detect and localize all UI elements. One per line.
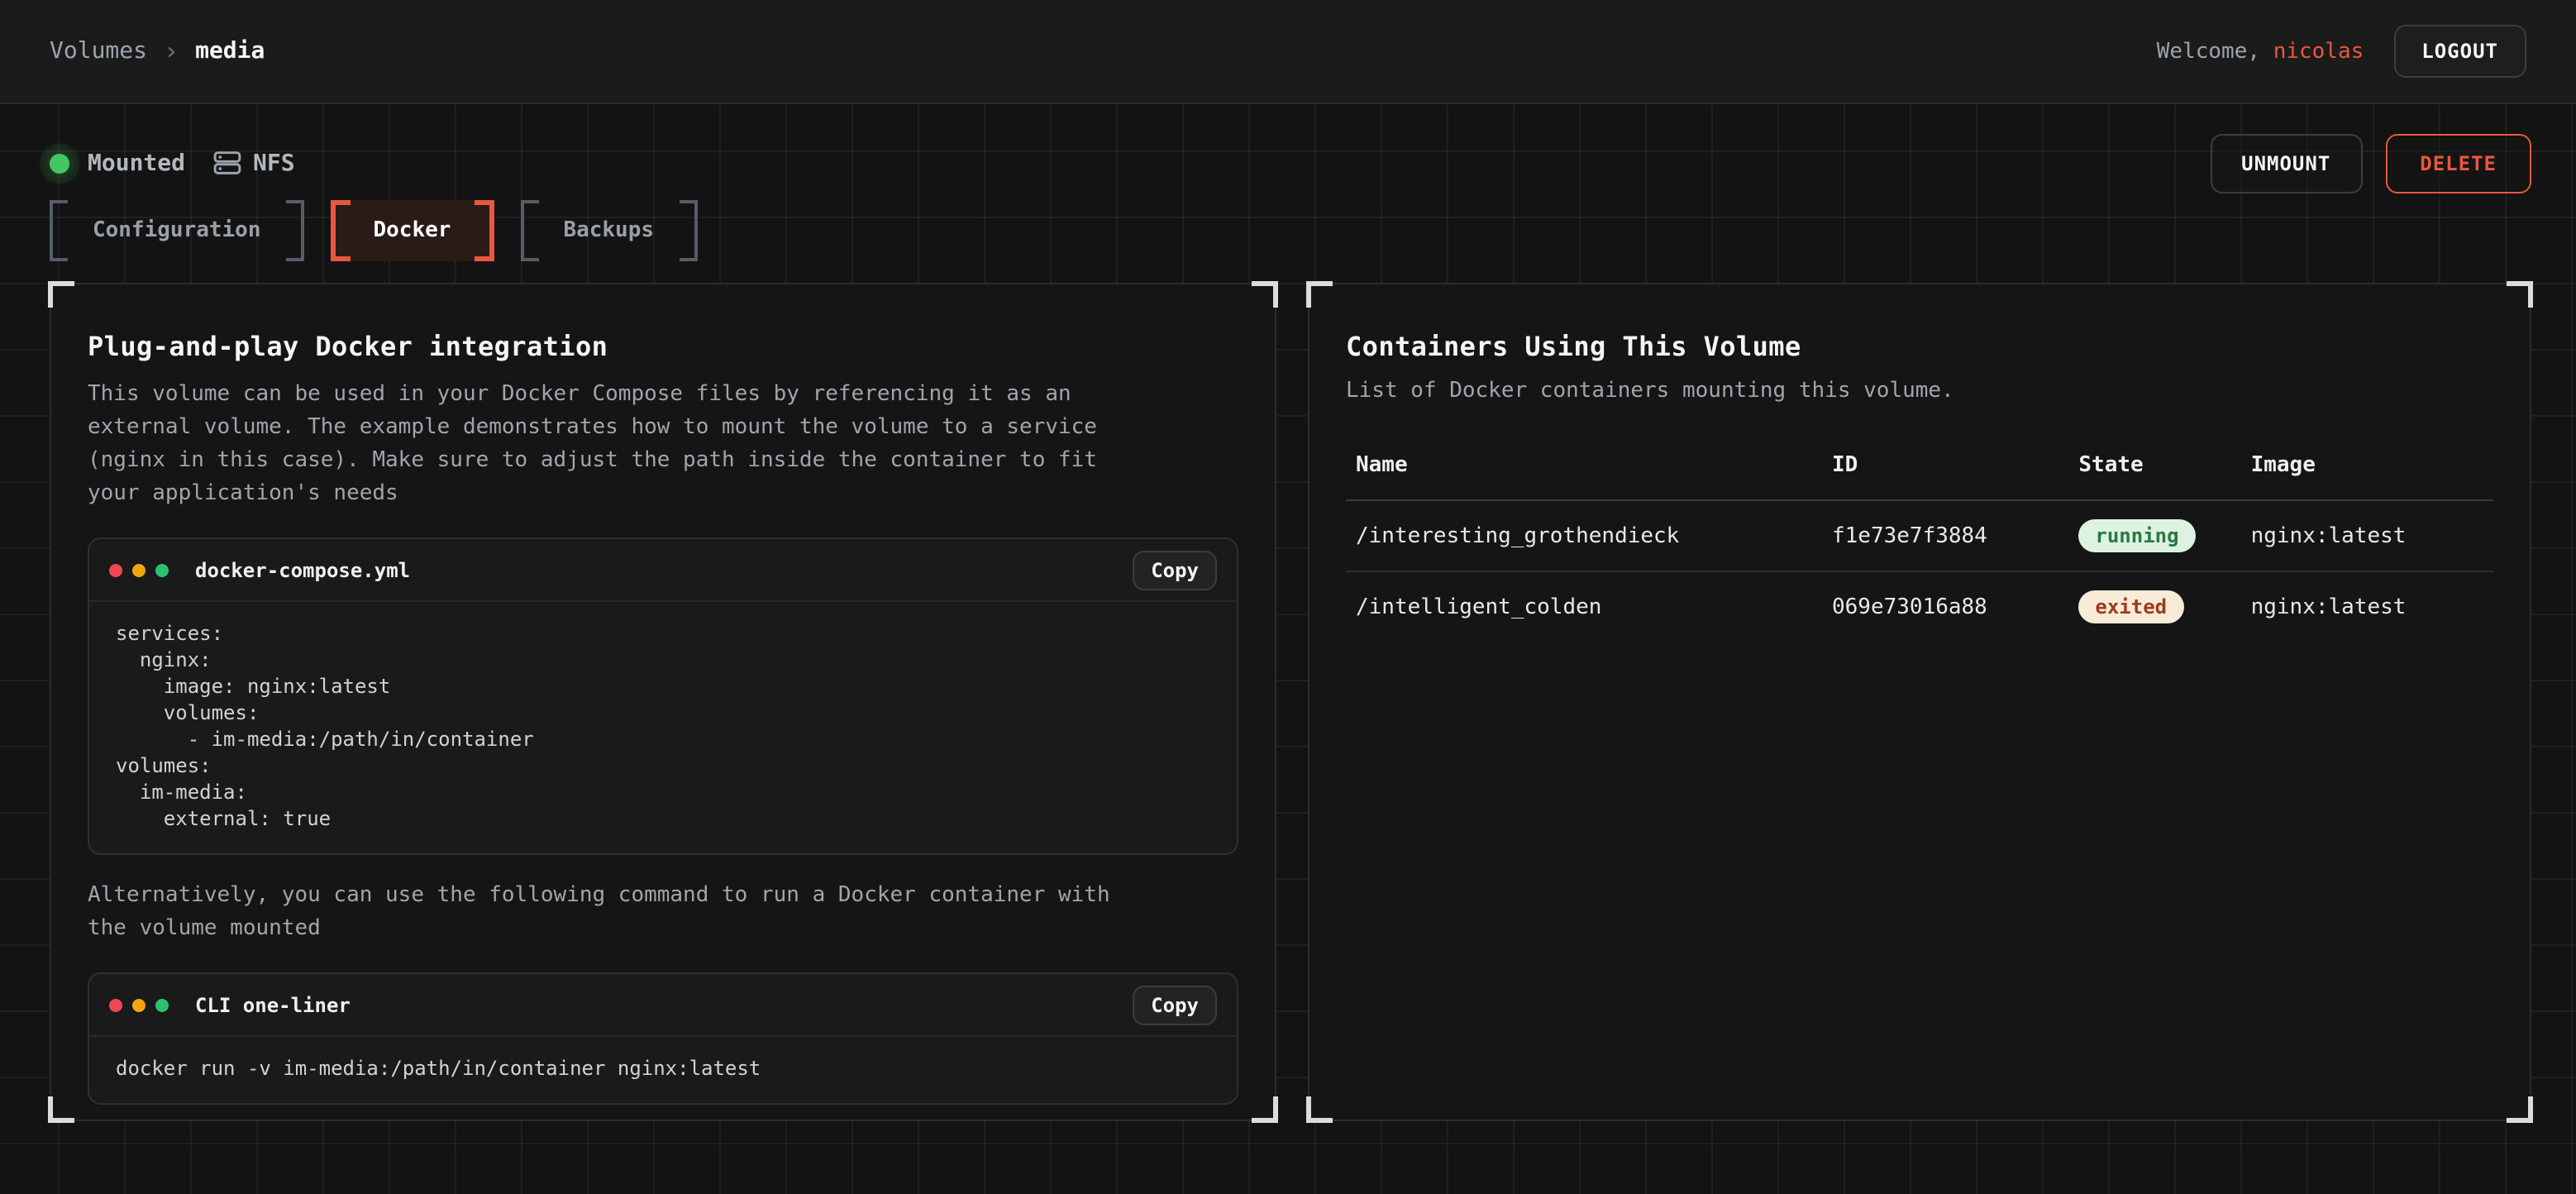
header-right: Welcome, nicolas LOGOUT: [2157, 25, 2526, 78]
traffic-light-green-icon: [155, 563, 169, 576]
copy-cli-button[interactable]: Copy: [1133, 985, 1217, 1024]
compose-code: services: nginx: image: nginx:latest vol…: [89, 602, 1237, 853]
table-header-row: Name ID State Image: [1346, 453, 2493, 500]
tab-bar: Configuration Docker Backups: [50, 200, 2531, 261]
logout-button[interactable]: LOGOUT: [2393, 25, 2526, 78]
cli-intro-text: Alternatively, you can use the following…: [88, 880, 1159, 946]
delete-button[interactable]: DELETE: [2385, 133, 2531, 193]
column-header-id: ID: [1822, 453, 2068, 500]
state-badge: running: [2078, 519, 2195, 552]
welcome-text: Welcome, nicolas: [2157, 39, 2364, 64]
main-area: Mounted NFS UNMOUNT DELETE Configuration…: [0, 104, 2576, 1194]
containers-panel-subtitle: List of Docker containers mounting this …: [1346, 379, 2493, 404]
column-header-state: State: [2068, 453, 2240, 500]
cli-filename: CLI one-liner: [195, 993, 1133, 1016]
copy-compose-button[interactable]: Copy: [1133, 550, 1217, 590]
panel-corner-icon: [1306, 1096, 1333, 1123]
docker-panel-description: This volume can be used in your Docker C…: [88, 379, 1159, 511]
breadcrumb: Volumes › media: [50, 36, 265, 66]
panel-corner-icon: [48, 1096, 74, 1123]
container-image: nginx:latest: [2241, 500, 2493, 571]
panel-corner-icon: [2507, 1096, 2533, 1123]
docker-panel-title: Plug-and-play Docker integration: [88, 331, 1238, 362]
column-header-image: Image: [2241, 453, 2493, 500]
traffic-light-green-icon: [155, 998, 169, 1011]
tab-backups[interactable]: Backups: [520, 200, 697, 261]
driver-label: NFS: [253, 150, 295, 176]
traffic-light-amber-icon: [132, 998, 145, 1011]
panel-corner-icon: [1252, 281, 1278, 308]
compose-code-header: docker-compose.yml Copy: [89, 539, 1237, 602]
container-image: nginx:latest: [2241, 571, 2493, 642]
tab-docker[interactable]: Docker: [331, 200, 494, 261]
app-root: Volumes › media Welcome, nicolas LOGOUT …: [0, 0, 2576, 1194]
container-id: f1e73e7f3884: [1822, 500, 2068, 571]
traffic-light-red-icon: [109, 998, 122, 1011]
breadcrumb-current-volume: media: [195, 38, 265, 64]
unmount-button[interactable]: UNMOUNT: [2210, 133, 2362, 193]
username: nicolas: [2273, 39, 2364, 64]
cli-code: docker run -v im-media:/path/in/containe…: [89, 1037, 1237, 1103]
mounted-status-label: Mounted: [88, 150, 185, 176]
compose-filename: docker-compose.yml: [195, 558, 1133, 581]
panels-container: Plug-and-play Docker integration This vo…: [50, 283, 2531, 1121]
traffic-light-amber-icon: [132, 563, 145, 576]
panel-corner-icon: [48, 281, 74, 308]
container-name: /interesting_grothendieck: [1346, 500, 1822, 571]
top-bar: Volumes › media Welcome, nicolas LOGOUT: [0, 0, 2576, 104]
panel-corner-icon: [2507, 281, 2533, 308]
table-row: /intelligent_colden 069e73016a88 exited …: [1346, 571, 2493, 642]
compose-code-block: docker-compose.yml Copy services: nginx:…: [88, 537, 1238, 855]
breadcrumb-volumes-link[interactable]: Volumes: [50, 38, 147, 64]
containers-panel-title: Containers Using This Volume: [1346, 331, 2493, 362]
server-icon: [213, 149, 241, 177]
containers-panel: Containers Using This Volume List of Doc…: [1308, 283, 2531, 1121]
welcome-label: Welcome,: [2157, 39, 2260, 64]
state-badge: exited: [2078, 590, 2183, 623]
container-name: /intelligent_colden: [1346, 571, 1822, 642]
containers-table: Name ID State Image /interesting_grothen…: [1346, 453, 2493, 642]
panel-corner-icon: [1306, 281, 1333, 308]
chevron-right-icon: ›: [164, 36, 179, 66]
container-id: 069e73016a88: [1822, 571, 2068, 642]
cli-code-block: CLI one-liner Copy docker run -v im-medi…: [88, 972, 1238, 1105]
table-row: /interesting_grothendieck f1e73e7f3884 r…: [1346, 500, 2493, 571]
panel-corner-icon: [1252, 1096, 1278, 1123]
mounted-status-dot-icon: [50, 153, 69, 173]
volume-status-row: Mounted NFS UNMOUNT DELETE: [50, 104, 2531, 177]
traffic-light-red-icon: [109, 563, 122, 576]
cli-code-header: CLI one-liner Copy: [89, 974, 1237, 1037]
tab-configuration[interactable]: Configuration: [50, 200, 304, 261]
column-header-name: Name: [1346, 453, 1822, 500]
docker-integration-panel: Plug-and-play Docker integration This vo…: [50, 283, 1276, 1121]
